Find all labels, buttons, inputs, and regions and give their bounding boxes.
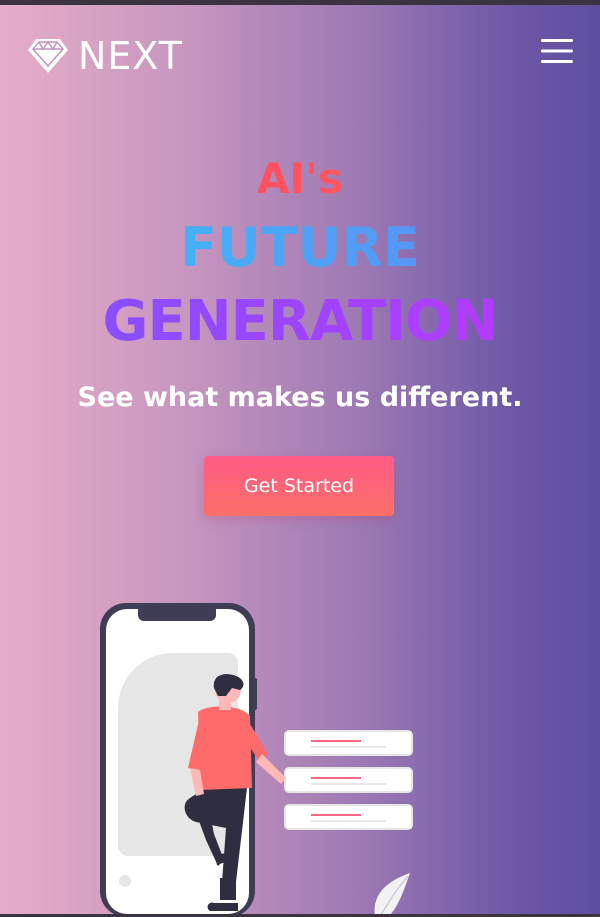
message-card	[284, 730, 413, 756]
message-card	[284, 804, 413, 830]
hamburger-menu-button[interactable]	[541, 38, 573, 64]
hero-tagline: See what makes us different.	[77, 382, 523, 413]
landing-page: NEXT AI's FUTURE GENERATION See what mak…	[0, 0, 600, 917]
hero-heading-line-1: AI's	[0, 153, 600, 205]
get-started-button[interactable]: Get Started	[204, 456, 394, 516]
hero-illustration	[0, 590, 600, 917]
diamond-icon	[28, 39, 68, 73]
brand-logo[interactable]: NEXT	[27, 36, 183, 76]
top-edge	[0, 0, 600, 5]
phone-side-button	[252, 678, 257, 710]
person-with-phone-illustration	[100, 603, 413, 917]
hero-heading-line-2: FUTURE	[0, 216, 600, 280]
message-card	[284, 767, 413, 793]
phone-home-dot	[119, 875, 131, 887]
brand-name: NEXT	[78, 34, 184, 78]
hero-heading-line-3: GENERATION	[0, 288, 600, 356]
phone-notch	[138, 609, 216, 621]
hamburger-menu-icon	[541, 39, 573, 63]
